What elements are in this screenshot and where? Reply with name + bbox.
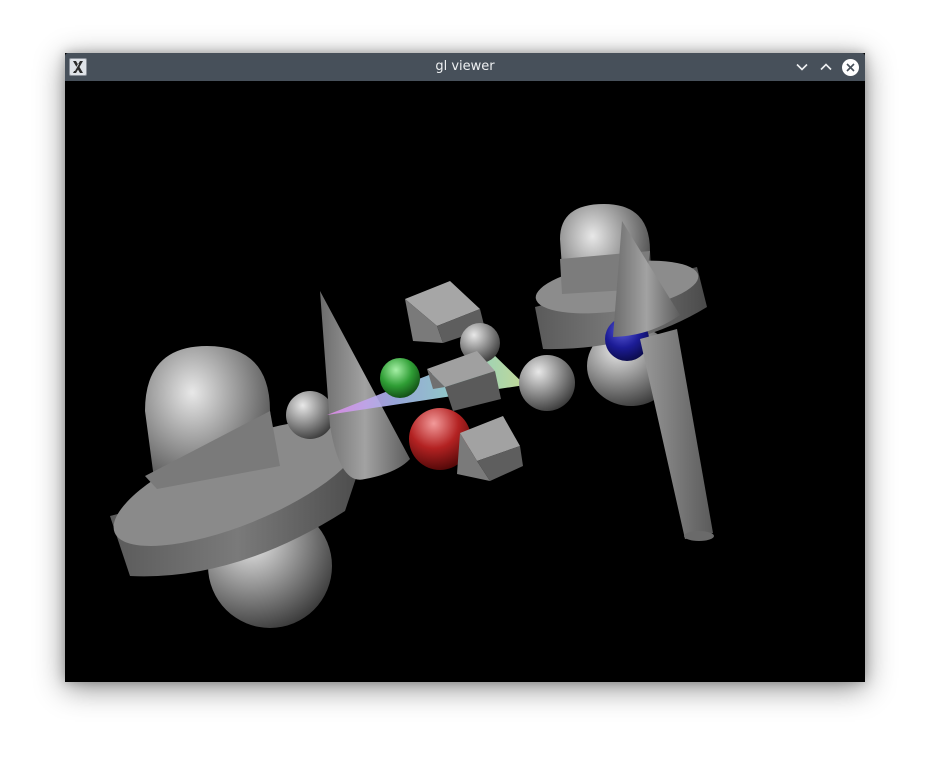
close-button[interactable] — [841, 58, 859, 76]
cylinder-rod — [640, 329, 714, 541]
window-title: gl viewer — [435, 59, 495, 74]
gl-viewport[interactable] — [65, 81, 865, 682]
chevron-up-icon — [820, 63, 832, 71]
sphere-small-left — [286, 391, 334, 439]
gl-scene — [110, 204, 714, 628]
close-icon — [841, 58, 859, 76]
app-window: gl viewer — [65, 53, 865, 682]
sphere-white-right — [519, 355, 575, 411]
maximize-button[interactable] — [817, 58, 835, 76]
sphere-green — [380, 358, 420, 398]
chevron-down-icon — [796, 63, 808, 71]
title-bar[interactable]: gl viewer — [65, 53, 865, 81]
minimize-button[interactable] — [793, 58, 811, 76]
